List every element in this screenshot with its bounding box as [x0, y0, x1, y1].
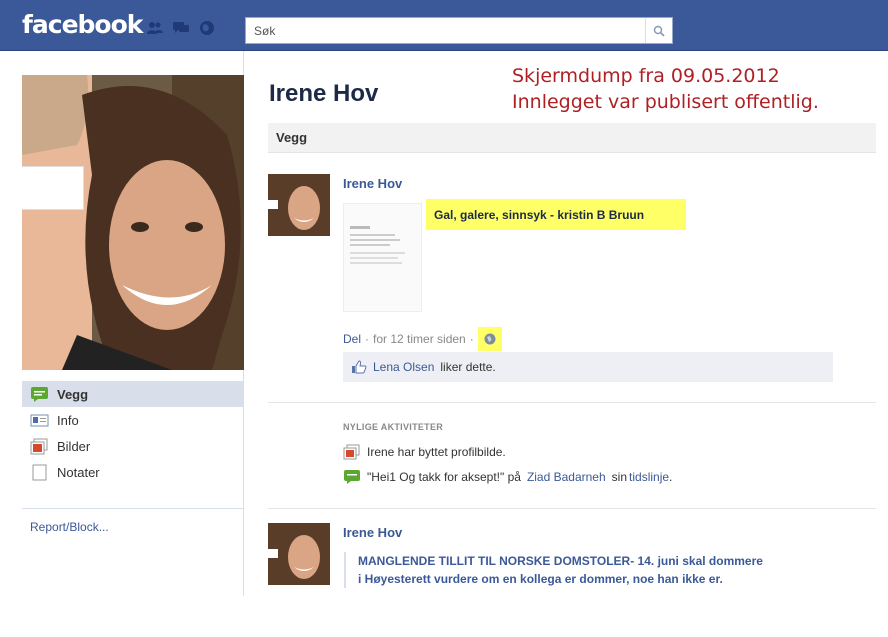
post-author-name[interactable]: Irene Hov [343, 176, 402, 191]
nav-item-vegg[interactable]: Vegg [22, 381, 244, 407]
shared-link-line: MANGLENDE TILLIT TIL NORSKE DOMSTOLER- 1… [358, 554, 763, 568]
attachment-thumbnail[interactable] [343, 203, 422, 312]
meta-separator: · [469, 332, 474, 346]
share-link[interactable]: Del [343, 332, 361, 346]
activity-item: Irene har byttet profilbilde. [343, 444, 506, 460]
wall-header-bar: Vegg [268, 123, 876, 153]
post-author-avatar[interactable] [268, 174, 330, 236]
report-block-link[interactable]: Report/Block... [30, 520, 109, 534]
annotation-line-2: Innlegget var publisert offentlig. [512, 91, 819, 113]
search-button[interactable] [645, 18, 672, 43]
info-icon [30, 414, 49, 426]
nav-item-bilder[interactable]: Bilder [22, 433, 244, 459]
meta-separator: · [365, 332, 370, 346]
activity-text: "Hei1 Og takk for aksept!" på [367, 470, 521, 484]
attachment-title-link[interactable]: Gal, galere, sinnsyk - kristin B Bruun [426, 199, 686, 230]
photos-icon [30, 438, 48, 454]
nav-item-notater[interactable]: Notater [22, 459, 244, 485]
wall-post-icon [344, 470, 360, 484]
messages-icon[interactable] [172, 20, 190, 36]
recent-activity-heading: NYLIGE AKTIVITETER [343, 422, 444, 432]
timeline-link: tidslinje. [629, 470, 672, 484]
thumbs-up-icon [352, 360, 367, 374]
privacy-blur-box [22, 166, 84, 210]
search-box [245, 17, 673, 44]
activity-end: . [669, 470, 673, 484]
top-bar: facebook [0, 0, 888, 51]
post-timestamp[interactable]: for 12 timer siden [373, 332, 466, 346]
likes-suffix: liker dette. [440, 360, 496, 374]
search-input[interactable] [246, 18, 646, 43]
nav-label: Vegg [57, 386, 89, 402]
nav-label: Info [57, 412, 79, 428]
notification-jewels [146, 20, 216, 36]
activity-text: Irene har byttet profilbilde. [367, 445, 506, 459]
liker-name-link[interactable]: Lena Olsen [373, 360, 434, 374]
shared-link-line: i Høyesterett vurdere om en kollega er d… [358, 572, 723, 586]
timeline-link-text[interactable]: tidslinje [629, 470, 669, 484]
post-meta: Del · for 12 timer siden · [343, 327, 502, 351]
profile-name-heading: Irene Hov [269, 80, 379, 107]
friend-requests-icon[interactable] [146, 20, 164, 36]
story-divider [268, 402, 876, 403]
post-author-name[interactable]: Irene Hov [343, 525, 402, 540]
notifications-globe-icon[interactable] [198, 20, 216, 36]
public-globe-icon[interactable] [477, 327, 502, 351]
nav-label: Bilder [57, 438, 91, 454]
profile-picture-change-icon [343, 444, 360, 460]
activity-item: "Hei1 Og takk for aksept!" på Ziad Badar… [343, 469, 672, 485]
wall-icon [31, 386, 48, 402]
profile-picture[interactable] [22, 75, 244, 370]
notes-icon [32, 464, 47, 480]
nav-label: Notater [57, 464, 100, 480]
search-icon [653, 25, 665, 37]
likes-bar: Lena Olsen liker dette. [343, 352, 833, 382]
annotation-line-1: Skjermdump fra 09.05.2012 [512, 65, 780, 87]
facebook-logo[interactable]: facebook [22, 10, 143, 39]
post-author-avatar[interactable] [268, 523, 330, 585]
wall-tab-label: Vegg [276, 130, 308, 145]
activity-text: sin [611, 470, 628, 484]
nav-item-info[interactable]: Info [22, 407, 244, 433]
story-divider [268, 508, 876, 509]
sidebar-separator [22, 508, 244, 509]
screenshot-annotation: Skjermdump fra 09.05.2012 Innlegget var … [512, 63, 819, 115]
shared-link-description[interactable]: MANGLENDE TILLIT TIL NORSKE DOMSTOLER- 1… [344, 552, 844, 588]
friend-name-link[interactable]: Ziad Badarneh [527, 470, 606, 484]
profile-nav: Vegg Info Bilder Notater [22, 381, 244, 485]
